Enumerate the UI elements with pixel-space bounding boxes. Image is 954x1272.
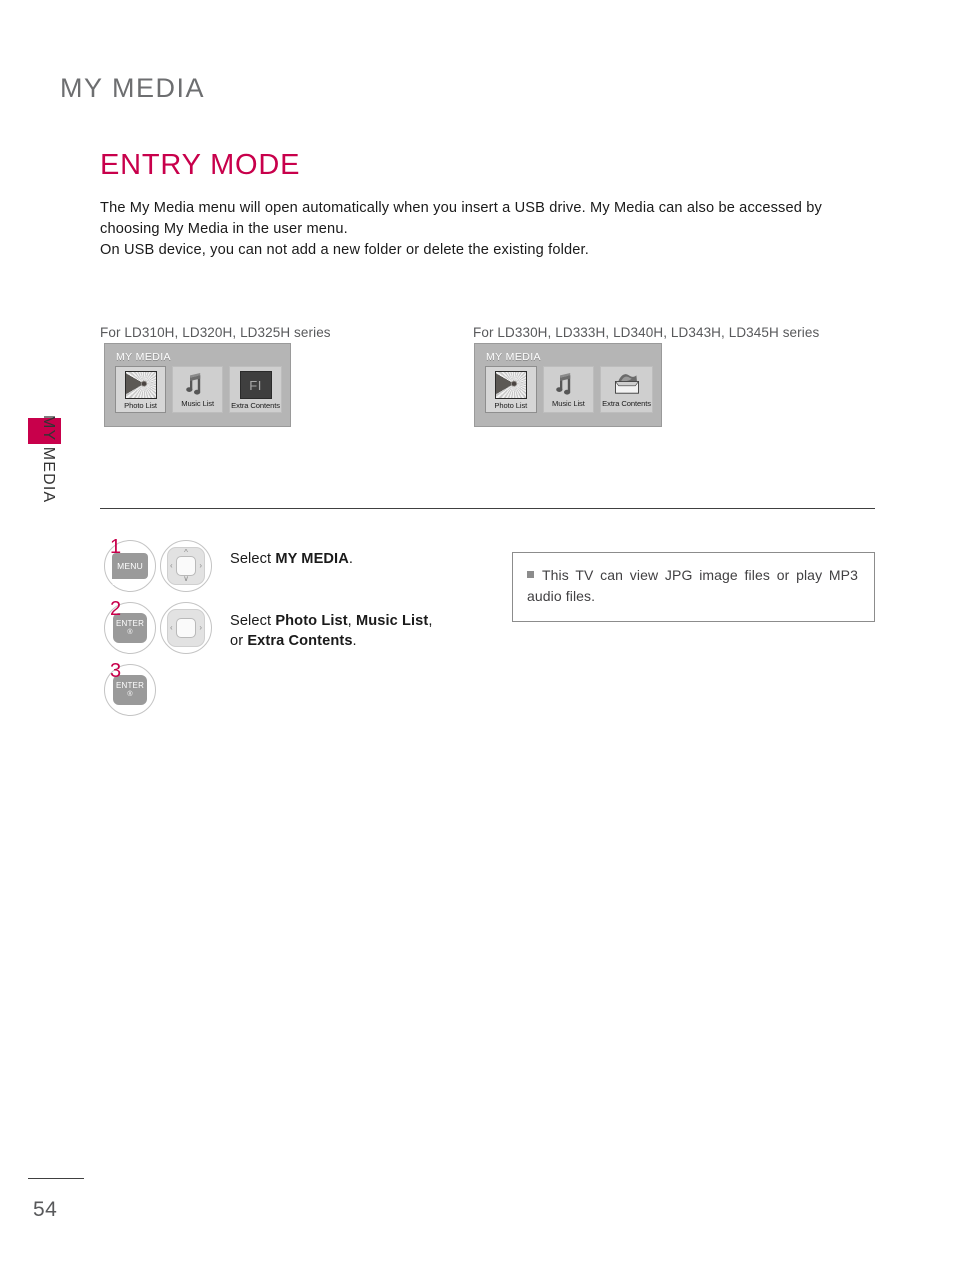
page-number: 54 — [33, 1198, 58, 1221]
osd-item-photo-list-a[interactable]: Photo List — [115, 366, 167, 413]
note-box: This TV can view JPG image files or play… — [512, 552, 875, 622]
osd-item-extra-contents-b[interactable]: Extra Contents — [600, 366, 653, 413]
osd-item-label: Music List — [181, 399, 214, 408]
step-text-bold-a: Photo List — [275, 613, 348, 629]
enter-key-symbol: ® — [127, 629, 133, 636]
music-note-icon — [183, 371, 213, 397]
photo-flower-icon — [124, 371, 157, 399]
osd-item-label: Photo List — [124, 401, 157, 410]
step-text-suffix: . — [348, 551, 353, 567]
step-number: 1 — [110, 536, 122, 558]
osd-item-label: Extra Contents — [602, 399, 651, 408]
step-text-bold-c: Extra Contents — [247, 633, 353, 649]
navpad[interactable]: ^ ∨ ‹ › — [167, 547, 205, 585]
open-box-icon — [612, 371, 642, 397]
navigation-pad-four-way[interactable]: ^ ∨ ‹ › — [160, 540, 212, 592]
osd-item-label: Music List — [551, 399, 585, 408]
photo-flower-icon — [494, 371, 527, 399]
step-row-1: 1 MENU ^ ∨ ‹ › Select MY MEDIA. — [104, 536, 433, 602]
step-number: 3 — [110, 660, 122, 682]
chevron-left-icon: ‹ — [170, 623, 173, 632]
osd-item-photo-list-b[interactable]: Photo List — [485, 366, 537, 413]
step-number: 2 — [110, 598, 122, 620]
osd-title-a: MY MEDIA — [116, 351, 171, 363]
osd-item-label: Extra Contents — [231, 401, 280, 410]
note-text: This TV can view JPG image files or play… — [527, 567, 858, 604]
step-instruction-2: Select Photo List, Music List, or Extra … — [230, 602, 433, 651]
step-text-sep-a: , — [347, 613, 356, 629]
enter-key-symbol: ® — [127, 691, 133, 698]
section-divider — [100, 508, 875, 509]
step-text-prefix: Select — [230, 613, 276, 629]
step-row-3: 3 ENTER ® — [104, 660, 433, 726]
step-row-2: 2 ENTER ® ‹ › Select Photo List, Music L… — [104, 598, 433, 664]
chapter-title: MY MEDIA — [60, 73, 206, 103]
navpad-center[interactable] — [176, 556, 196, 576]
osd-panel-ld310h: MY MEDIA Photo List Music List FI Extra — [104, 343, 291, 427]
chevron-left-icon: ‹ — [170, 561, 173, 570]
fi-block-icon: FI — [239, 371, 272, 399]
osd-item-extra-contents-a[interactable]: FI Extra Contents — [229, 366, 282, 413]
footer-rule — [28, 1178, 84, 1179]
enter-key-text: ENTER — [115, 619, 145, 628]
step-list: 1 MENU ^ ∨ ‹ › Select MY MEDIA. 2 ENTER … — [104, 536, 433, 726]
navpad[interactable]: ‹ › — [167, 609, 205, 647]
panel-caption-b: For LD330H, LD333H, LD340H, LD343H, LD34… — [473, 325, 820, 340]
navpad-center[interactable] — [176, 618, 196, 638]
square-bullet-icon — [527, 571, 534, 578]
osd-item-music-list-a[interactable]: Music List — [172, 366, 224, 413]
step-text-sep-b: , — [428, 613, 433, 629]
navigation-pad-left-right[interactable]: ‹ › — [160, 602, 212, 654]
enter-key-text: ENTER — [115, 681, 145, 690]
osd-item-music-list-b[interactable]: Music List — [542, 366, 595, 413]
page-title: ENTRY MODE — [100, 149, 301, 182]
osd-panel-ld330h: MY MEDIA Photo List Music List Extra Con… — [474, 343, 662, 427]
step-text-suffix: . — [352, 633, 357, 649]
osd-item-label: Photo List — [494, 401, 528, 410]
intro-paragraphs: The My Media menu will open automaticall… — [100, 198, 860, 261]
step-instruction-1: Select MY MEDIA. — [230, 540, 353, 569]
sidebar-section-label: MY MEDIA — [40, 415, 57, 504]
step-text-prefix: Select — [230, 551, 276, 567]
intro-line-2: On USB device, you can not add a new fol… — [100, 242, 589, 258]
chevron-right-icon: › — [199, 623, 202, 632]
osd-item-list-b: Photo List Music List Extra Contents — [483, 366, 653, 413]
music-note-icon — [553, 371, 583, 397]
osd-title-b: MY MEDIA — [486, 351, 541, 363]
intro-line-1: The My Media menu will open automaticall… — [100, 200, 822, 237]
step-text-bold: MY MEDIA — [275, 551, 349, 567]
step-text-line2-prefix: or — [230, 633, 248, 649]
panel-caption-a: For LD310H, LD320H, LD325H series — [100, 325, 331, 340]
chevron-right-icon: › — [199, 561, 202, 570]
step-text-bold-b: Music List — [355, 613, 429, 629]
chevron-down-icon: ∨ — [183, 574, 189, 583]
osd-item-list-a: Photo List Music List FI Extra Contents — [113, 366, 282, 413]
